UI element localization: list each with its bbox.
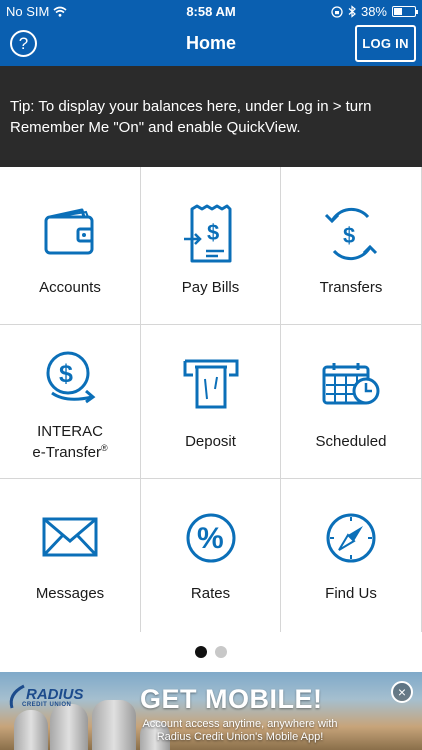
- menu-transfers[interactable]: $ Transfers: [281, 167, 422, 325]
- orientation-lock-icon: [331, 5, 343, 18]
- bill-icon: $: [183, 204, 231, 263]
- login-button[interactable]: LOG IN: [355, 25, 416, 62]
- menu-label: Rates: [190, 585, 231, 602]
- ad-headline: GET MOBILE!: [140, 684, 323, 714]
- menu-scheduled[interactable]: Scheduled: [281, 325, 422, 479]
- tip-banner: Tip: To display your balances here, unde…: [0, 66, 422, 167]
- menu-messages[interactable]: Messages: [0, 479, 141, 632]
- menu-label-etransfer: INTERAC e-Transfer®: [0, 423, 140, 461]
- compass-icon: [326, 513, 376, 563]
- menu-label: Pay Bills: [181, 279, 240, 296]
- ad-brand: RADIUS: [26, 686, 84, 703]
- ad-brand-sub: CREDIT UNION: [22, 702, 72, 708]
- envelope-icon: [42, 517, 98, 557]
- menu-grid: Accounts $ Pay Bills $ Transfers $ INTER…: [0, 167, 422, 632]
- menu-label: Messages: [35, 585, 105, 602]
- menu-label: Find Us: [325, 585, 377, 602]
- etransfer-icon: $: [46, 351, 96, 404]
- battery-percent: 38%: [360, 4, 387, 19]
- svg-text:$: $: [343, 223, 355, 248]
- registered-mark: ®: [101, 443, 108, 453]
- ad-line-2: Radius Credit Union's Mobile App!: [156, 731, 324, 743]
- menu-label: Accounts: [39, 279, 101, 296]
- close-icon: ×: [397, 684, 407, 700]
- svg-text:$: $: [59, 360, 73, 388]
- svg-text:$: $: [207, 220, 219, 245]
- ad-banner[interactable]: RADIUS CREDIT UNION GET MOBILE! Account …: [0, 672, 422, 750]
- etransfer-line1: INTERAC: [37, 423, 103, 440]
- ad-line-1: Account access anytime, anywhere with: [142, 718, 338, 730]
- page-indicator: [0, 632, 422, 672]
- menu-label: Scheduled: [315, 433, 387, 450]
- menu-rates[interactable]: % Rates: [141, 479, 281, 632]
- page-dot-1[interactable]: [195, 646, 207, 658]
- menu-label: Deposit: [185, 433, 236, 450]
- ad-close-button[interactable]: ×: [391, 681, 413, 703]
- menu-interac-etransfer[interactable]: $ INTERAC e-Transfer®: [0, 325, 141, 479]
- status-right: 38%: [331, 4, 418, 19]
- ad-silo-1: [14, 710, 48, 750]
- wallet-icon: [44, 208, 94, 255]
- etransfer-line2: e-Transfer®: [0, 440, 140, 461]
- menu-find-us[interactable]: Find Us: [281, 479, 422, 632]
- atm-deposit-icon: [183, 359, 238, 409]
- percent-icon: %: [186, 513, 235, 563]
- menu-accounts[interactable]: Accounts: [0, 167, 141, 325]
- radius-logo: RADIUS CREDIT UNION: [6, 684, 94, 712]
- status-bar: No SIM 8:58 AM 38%: [0, 0, 422, 22]
- tip-text: Tip: To display your balances here, unde…: [10, 98, 372, 136]
- bluetooth-icon: [348, 5, 356, 18]
- etransfer-line2-text: e-Transfer: [32, 444, 101, 461]
- menu-label: Transfers: [319, 279, 383, 296]
- menu-deposit[interactable]: Deposit: [141, 325, 281, 479]
- nav-bar: ? Home LOG IN: [0, 22, 422, 66]
- transfer-icon: $: [324, 207, 378, 261]
- svg-text:%: %: [197, 522, 224, 555]
- app-header: No SIM 8:58 AM 38% ? Home LOG IN: [0, 0, 422, 66]
- battery-icon: [392, 6, 418, 17]
- battery-fill: [394, 8, 402, 15]
- menu-pay-bills[interactable]: $ Pay Bills: [141, 167, 281, 325]
- calendar-clock-icon: [322, 363, 380, 405]
- page-dot-2[interactable]: [215, 646, 227, 658]
